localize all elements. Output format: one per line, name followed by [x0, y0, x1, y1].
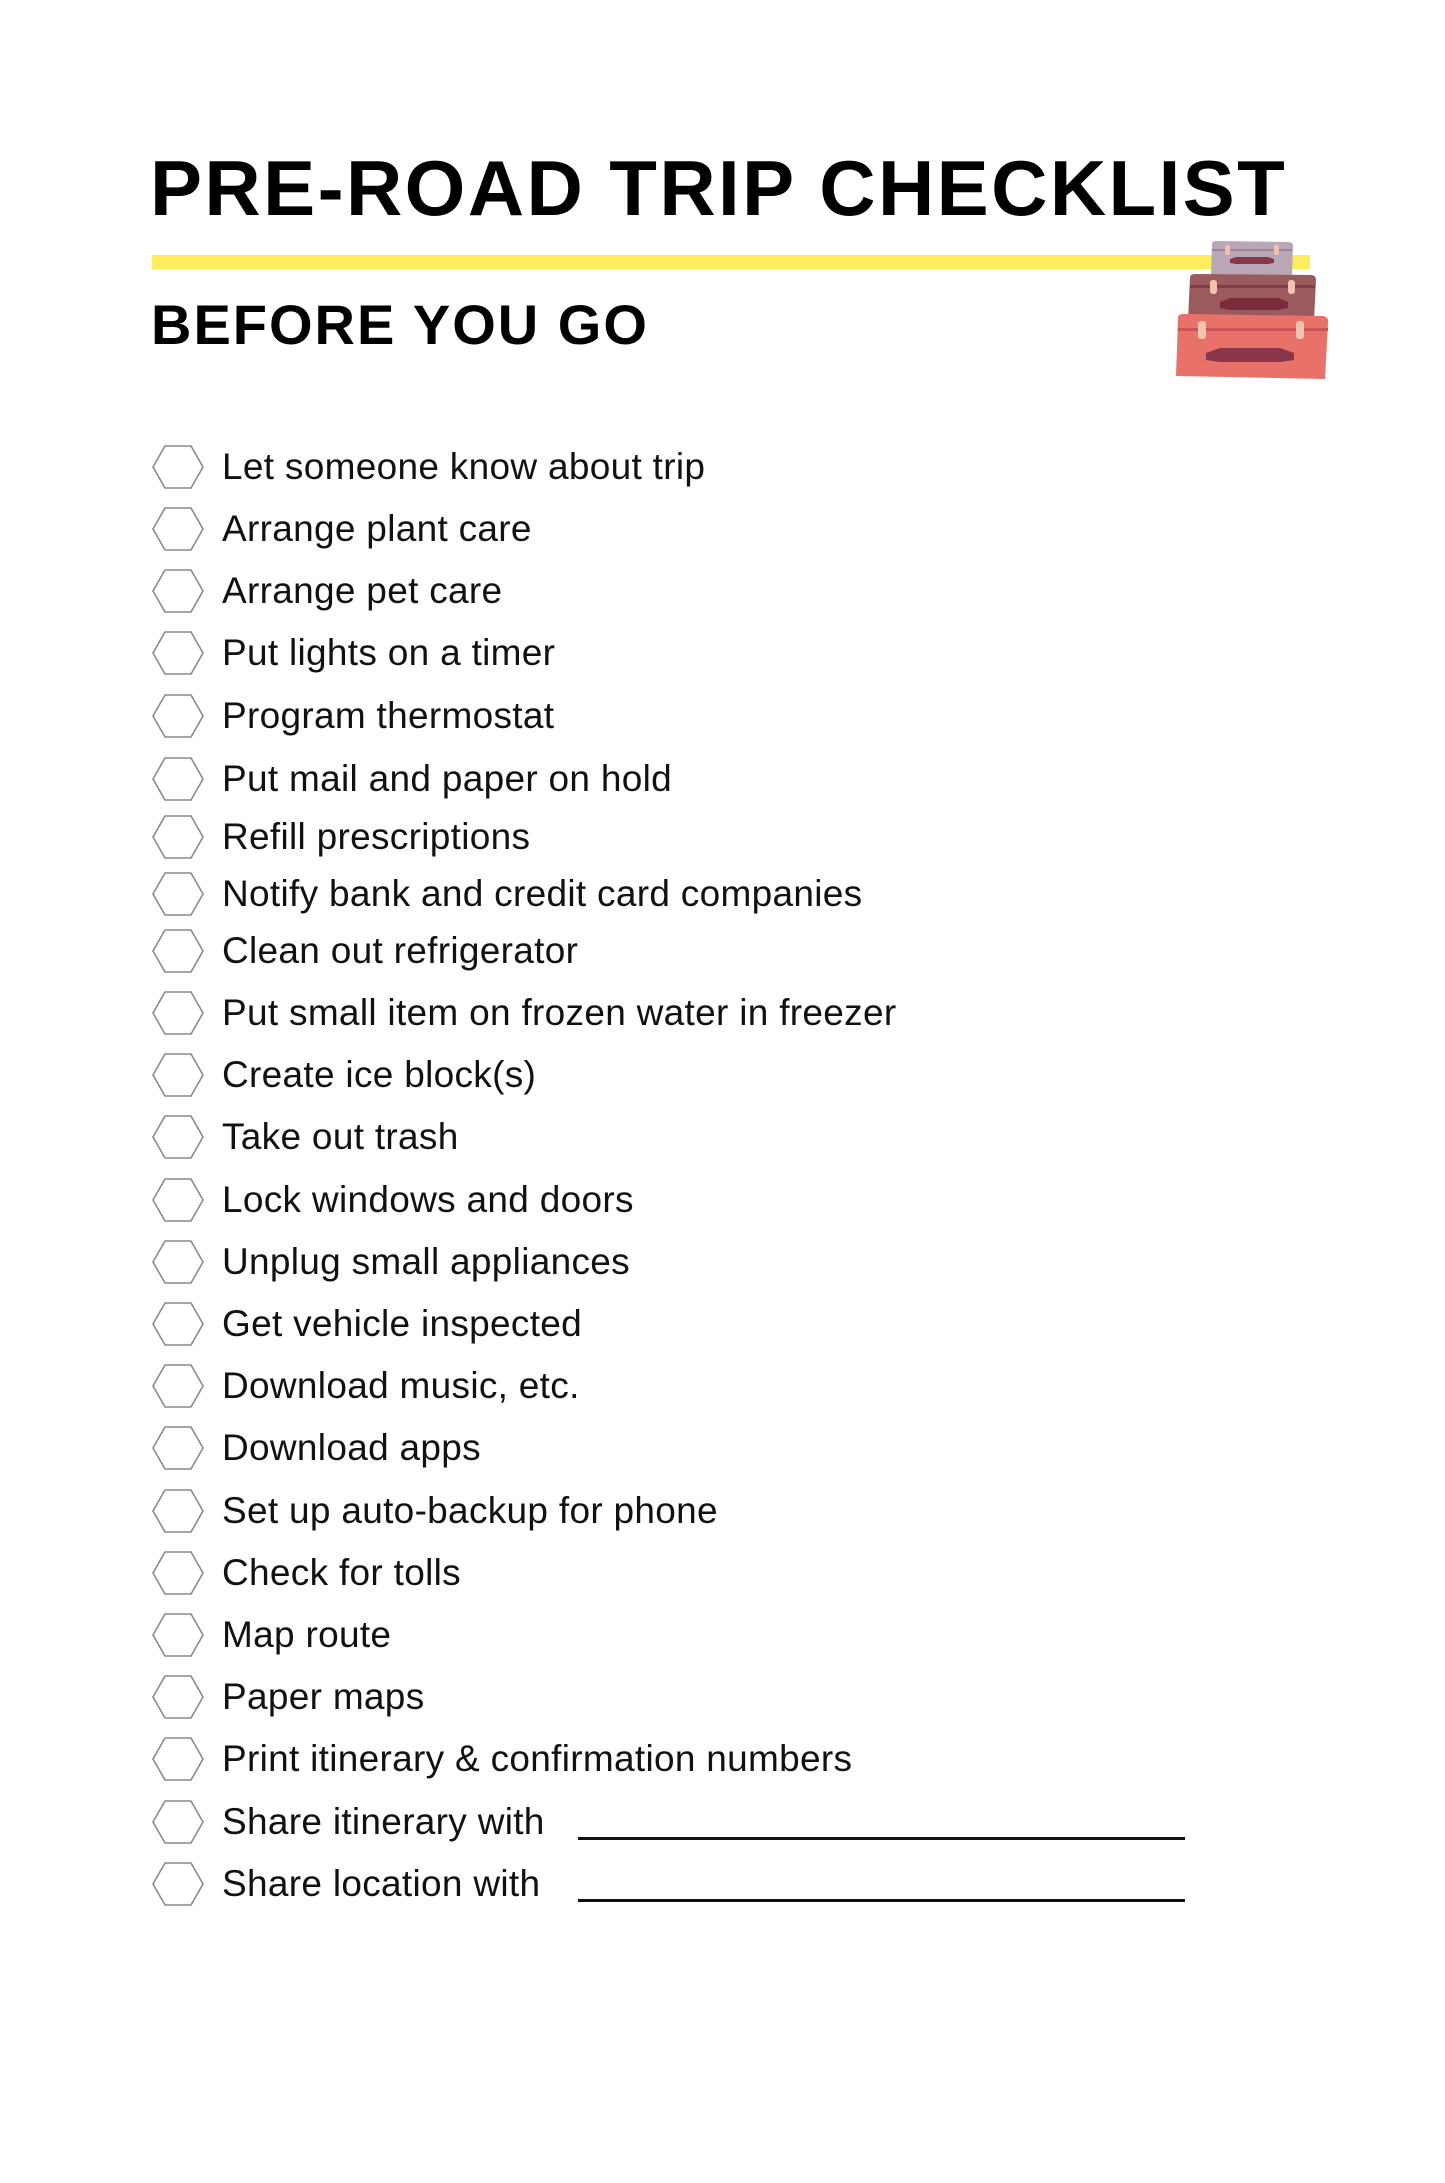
checklist-item-label: Share location with	[222, 1862, 541, 1904]
hexagon-checkbox-icon[interactable]	[152, 694, 204, 738]
hexagon-checkbox-icon[interactable]	[152, 1737, 204, 1782]
checklist-item[interactable]: Share location with	[150, 1859, 1250, 1909]
checklist-item[interactable]: Clean out refrigerator	[150, 926, 1250, 976]
section-heading: BEFORE YOU GO	[151, 293, 649, 356]
checklist-item[interactable]: Let someone know about trip	[150, 442, 1250, 492]
suitcase-middle-icon	[1188, 274, 1316, 320]
hexagon-checkbox-icon[interactable]	[152, 872, 204, 916]
checklist-item-label: Set up auto-backup for phone	[222, 1489, 718, 1531]
checklist-item-label: Put mail and paper on hold	[222, 758, 673, 799]
checklist-item-label: Lock windows and doors	[222, 1178, 634, 1220]
checklist-item-label: Download apps	[222, 1427, 481, 1469]
checklist-item[interactable]: Download apps	[150, 1423, 1250, 1473]
page-title: PRE-ROAD TRIP CHECKLIST	[150, 144, 1288, 232]
hexagon-checkbox-icon[interactable]	[152, 1488, 204, 1533]
fill-in-blank-line[interactable]	[578, 1898, 1185, 1902]
hexagon-checkbox-icon[interactable]	[152, 991, 204, 1035]
checklist-item[interactable]: Take out trash	[150, 1112, 1250, 1162]
checklist-item[interactable]: Paper maps	[150, 1672, 1250, 1722]
checklist-item-label: Put small item on frozen water in freeze…	[222, 992, 897, 1033]
hexagon-checkbox-icon[interactable]	[152, 1115, 204, 1160]
checklist-item[interactable]: Create ice block(s)	[150, 1050, 1250, 1100]
checklist-item-label: Create ice block(s)	[222, 1054, 537, 1096]
checklist-item[interactable]: Check for tolls	[150, 1548, 1250, 1598]
hexagon-checkbox-icon[interactable]	[152, 1675, 204, 1719]
checklist-item-label: Clean out refrigerator	[222, 930, 579, 971]
checklist-item-label: Share itinerary with	[222, 1800, 545, 1842]
hexagon-checkbox-icon[interactable]	[152, 507, 204, 551]
hexagon-checkbox-icon[interactable]	[152, 1613, 204, 1657]
checklist-item[interactable]: Put lights on a timer	[150, 628, 1250, 678]
hexagon-checkbox-icon[interactable]	[152, 757, 204, 801]
checklist-item[interactable]: Program thermostat	[150, 691, 1250, 741]
hexagon-checkbox-icon[interactable]	[152, 1053, 204, 1097]
checklist-item-label: Unplug small appliances	[222, 1240, 630, 1282]
suitcase-top-icon	[1211, 241, 1293, 276]
hexagon-checkbox-icon[interactable]	[152, 1861, 204, 1906]
checklist-item-label: Paper maps	[222, 1676, 425, 1718]
checklist-item[interactable]: Map route	[150, 1610, 1250, 1660]
hexagon-checkbox-icon[interactable]	[152, 1239, 204, 1284]
fill-in-blank-line[interactable]	[578, 1836, 1185, 1840]
checklist-item-label: Put lights on a timer	[222, 632, 556, 673]
title-underline-bar	[152, 255, 1310, 269]
hexagon-checkbox-icon[interactable]	[152, 1364, 204, 1408]
checklist-item[interactable]: Put small item on frozen water in freeze…	[150, 988, 1250, 1038]
checklist-item-label: Arrange plant care	[222, 508, 532, 549]
checklist-item-label: Refill prescriptions	[222, 816, 531, 857]
checklist-item-label: Download music, etc.	[222, 1365, 580, 1407]
checklist-item-label: Map route	[222, 1614, 392, 1655]
checklist-item[interactable]: Refill prescriptions	[150, 812, 1250, 862]
checklist-item[interactable]: Get vehicle inspected	[150, 1299, 1250, 1349]
checklist-item[interactable]: Set up auto-backup for phone	[150, 1486, 1250, 1536]
checklist-item[interactable]: Notify bank and credit card companies	[150, 869, 1250, 919]
hexagon-checkbox-icon[interactable]	[152, 1177, 204, 1222]
hexagon-checkbox-icon[interactable]	[152, 1550, 204, 1595]
checklist-item[interactable]: Download music, etc.	[150, 1361, 1250, 1411]
checklist-item[interactable]: Arrange pet care	[150, 566, 1250, 616]
checklist-item[interactable]: Share itinerary with	[150, 1797, 1250, 1847]
checklist-item-label: Check for tolls	[222, 1551, 461, 1593]
checklist-item[interactable]: Lock windows and doors	[150, 1175, 1250, 1225]
checklist-item-label: Print itinerary & confirmation numbers	[222, 1738, 853, 1780]
checklist-item-label: Get vehicle inspected	[222, 1303, 583, 1344]
checklist-item-label: Arrange pet care	[222, 570, 503, 611]
hexagon-checkbox-icon[interactable]	[152, 815, 204, 859]
checklist-item-label: Let someone know about trip	[222, 446, 706, 487]
stacked-suitcases-icon	[1176, 241, 1329, 379]
hexagon-checkbox-icon[interactable]	[152, 1799, 204, 1844]
checklist-item-label: Program thermostat	[222, 695, 555, 736]
hexagon-checkbox-icon[interactable]	[152, 929, 204, 973]
hexagon-checkbox-icon[interactable]	[152, 569, 204, 613]
suitcase-bottom-icon	[1176, 314, 1329, 379]
hexagon-checkbox-icon[interactable]	[152, 1302, 204, 1346]
hexagon-checkbox-icon[interactable]	[152, 1426, 204, 1471]
hexagon-checkbox-icon[interactable]	[152, 445, 204, 489]
hexagon-checkbox-icon[interactable]	[152, 631, 204, 675]
checklist-item[interactable]: Arrange plant care	[150, 504, 1250, 554]
checklist-item-label: Notify bank and credit card companies	[222, 873, 863, 914]
checklist-item[interactable]: Print itinerary & confirmation numbers	[150, 1734, 1250, 1784]
checklist-item-label: Take out trash	[222, 1116, 459, 1158]
checklist-item[interactable]: Unplug small appliances	[150, 1237, 1250, 1287]
checklist-item[interactable]: Put mail and paper on hold	[150, 754, 1250, 804]
